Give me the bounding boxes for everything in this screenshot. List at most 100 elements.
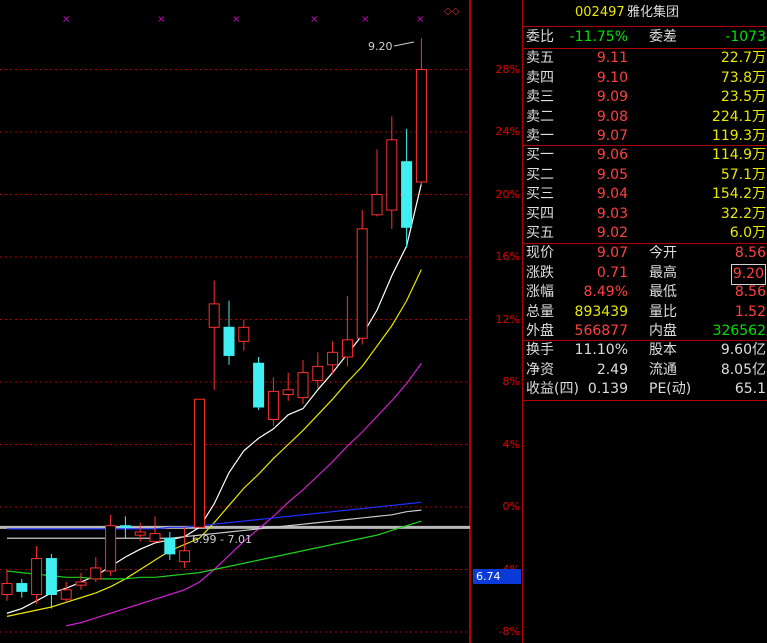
ask-label: 卖二 — [526, 108, 554, 125]
stock-code: 002497 — [575, 5, 625, 20]
candle-body — [164, 537, 176, 555]
candle-body — [119, 525, 131, 528]
stat-label-2: 量比 — [649, 303, 677, 320]
bid-price: 9.03 — [596, 205, 628, 222]
ask-volume: 119.3万 — [711, 128, 766, 144]
weicha-value: -1073 — [725, 29, 766, 45]
candle-body — [45, 558, 57, 595]
finance-label-2: PE(动) — [649, 381, 692, 397]
finance-value-2: 8.05亿 — [720, 361, 766, 378]
weibi-row: 委比 -11.75% 委差 -1073 — [523, 28, 767, 48]
stat-row: 总量 893439 量比 1.52 — [523, 303, 767, 323]
bid-volume: 154.2万 — [711, 186, 766, 202]
candle-body — [16, 583, 28, 592]
ma-line-2 — [66, 362, 422, 627]
stat-value-2: 326562 — [712, 323, 766, 339]
axis-tick-label: 4% — [502, 437, 520, 451]
stat-label: 涨跌 — [526, 264, 554, 281]
stat-row: 涨幅 8.49% 最低 8.56 — [523, 283, 767, 303]
stat-label: 总量 — [526, 303, 554, 320]
candle-body — [327, 351, 339, 366]
candle-body — [105, 525, 117, 572]
ask-row: 卖一 9.07 119.3万 — [523, 127, 767, 147]
finance-value: 2.49 — [596, 361, 628, 378]
candle-body — [179, 550, 191, 563]
finance-label: 收益(四) — [526, 381, 579, 397]
bid-row: 买一 9.06 114.9万 — [523, 146, 767, 166]
stat-row: 外盘 566877 内盘 326562 — [523, 322, 767, 342]
bid-volume: 114.9万 — [711, 147, 766, 163]
candle-body — [415, 69, 427, 183]
candle-body — [386, 139, 398, 211]
weibi-label: 委比 — [526, 29, 554, 45]
top-marker-icon: × — [361, 14, 369, 25]
candle-body — [134, 531, 146, 536]
current-price-tag: 6.74 — [473, 569, 521, 584]
kline-chart[interactable]: × × × × × × ◇◇ 9.20 6.99 - 7.01 — [0, 0, 470, 643]
candle-body — [90, 567, 102, 580]
candle-body — [208, 303, 220, 328]
high-price-arrow — [393, 41, 415, 47]
finance-row: 收益(四) 0.139 PE(动) 65.1 — [523, 380, 767, 400]
stat-value-2: 8.56 — [734, 284, 766, 300]
candle-body — [371, 194, 383, 216]
diamond-icon: ◇◇ — [444, 6, 460, 17]
bid-price: 9.02 — [596, 225, 628, 241]
ma-line-4 — [7, 501, 422, 530]
high-price-label: 9.20 — [368, 40, 393, 53]
ask-label: 卖四 — [526, 69, 554, 86]
finance-row: 净资 2.49 流通 8.05亿 — [523, 361, 767, 381]
stock-title[interactable]: 002497 雅化集团 — [523, 0, 767, 26]
candle-body — [60, 589, 72, 600]
bid-label: 买四 — [526, 205, 554, 222]
finance-value: 0.139 — [587, 381, 628, 397]
axis-tick-label: 24% — [495, 125, 520, 138]
ask-label: 卖五 — [526, 50, 554, 66]
stat-value: 9.07 — [596, 245, 628, 261]
candle-body — [193, 398, 205, 528]
candle-body — [223, 326, 235, 356]
finance-value-2: 9.60亿 — [720, 342, 766, 358]
candle-body — [356, 228, 368, 339]
quote-panel: 002497 雅化集团 委比 -11.75% 委差 -1073 卖五 9.11 22… — [522, 0, 767, 643]
top-marker-icon: × — [310, 14, 318, 25]
candle-body — [31, 558, 43, 595]
weicha-label: 委差 — [649, 29, 677, 45]
top-marker-icon: × — [157, 14, 165, 25]
ask-label: 卖三 — [526, 89, 554, 105]
bid-label: 买二 — [526, 166, 554, 183]
ask-volume: 73.8万 — [720, 69, 766, 86]
stat-value-2: 8.56 — [734, 245, 766, 261]
bid-row: 买二 9.05 57.1万 — [523, 166, 767, 186]
ask-volume: 22.7万 — [720, 50, 766, 66]
ask-label: 卖一 — [526, 128, 554, 144]
stat-row: 涨跌 0.71 最高 9.20 — [523, 263, 767, 285]
stat-value: 8.49% — [583, 284, 628, 300]
stat-label: 涨幅 — [526, 284, 554, 300]
finance-value-2: 65.1 — [734, 381, 766, 397]
bid-price: 9.06 — [596, 147, 628, 163]
bid-label: 买三 — [526, 186, 554, 202]
stat-label-2: 最低 — [649, 284, 677, 300]
axis-tick-label: 20% — [495, 187, 520, 201]
bid-volume: 6.0万 — [729, 225, 766, 241]
bid-volume: 57.1万 — [720, 166, 766, 183]
candle-body — [297, 372, 309, 399]
candle-body — [1, 583, 13, 595]
candle-body — [75, 581, 87, 586]
bid-label: 买一 — [526, 147, 554, 163]
finance-label-2: 股本 — [649, 342, 677, 358]
stat-value-2: 1.52 — [734, 303, 766, 320]
candle-body — [253, 362, 265, 408]
bid-label: 买五 — [526, 225, 554, 241]
bid-price: 9.05 — [596, 166, 628, 183]
ask-price: 9.08 — [596, 108, 628, 125]
finance-value: 11.10% — [574, 342, 628, 358]
bid-row: 买五 9.02 6.0万 — [523, 224, 767, 244]
candle-body — [267, 390, 279, 420]
finance-label-2: 流通 — [649, 361, 677, 378]
top-marker-icon: × — [232, 14, 240, 25]
bid-volume: 32.2万 — [720, 205, 766, 222]
ask-volume: 23.5万 — [720, 89, 766, 105]
ask-price: 9.07 — [596, 128, 628, 144]
